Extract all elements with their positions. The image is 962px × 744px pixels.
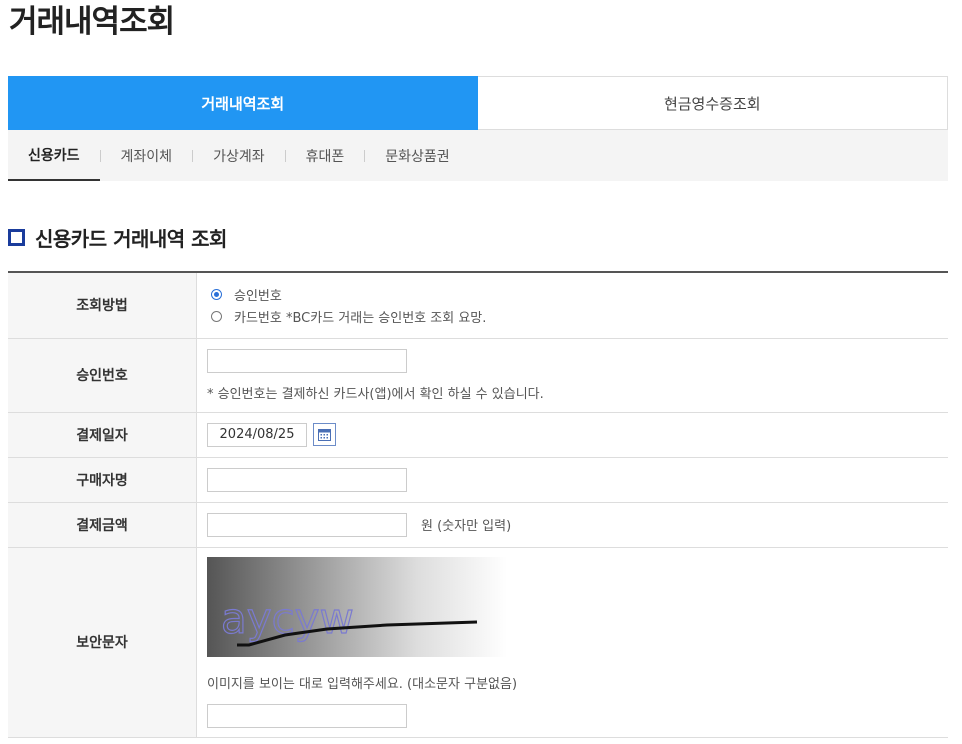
subtab-account-transfer[interactable]: 계좌이체 bbox=[101, 130, 193, 181]
radio-label: 승인번호 bbox=[234, 288, 282, 304]
radio-button-selected[interactable] bbox=[211, 288, 222, 300]
subtab-virtual-account[interactable]: 가상계좌 bbox=[193, 130, 285, 181]
buyer-label: 구매자명 bbox=[8, 457, 197, 503]
subtab-credit-card[interactable]: 신용카드 bbox=[8, 130, 100, 181]
form-row-captcha: 보안문자 aycyw 이미지를 보이는 대로 입력해주세요. (대소문자 구분없… bbox=[8, 547, 948, 738]
subtab-culture-voucher[interactable]: 문화상품권 bbox=[365, 130, 469, 181]
form-row-date: 결제일자 2024/08/25 bbox=[8, 412, 948, 458]
tab-transaction-lookup[interactable]: 거래내역조회 bbox=[8, 76, 478, 130]
approval-number-input[interactable] bbox=[207, 348, 407, 373]
pay-date-input[interactable]: 2024/08/25 bbox=[207, 422, 307, 447]
page-title: 거래내역조회 bbox=[9, 4, 175, 40]
square-bullet-icon bbox=[8, 228, 25, 246]
amount-label: 결제금액 bbox=[8, 502, 197, 548]
radio-card-number[interactable]: 카드번호 *BC카드 거래는 승인번호 조회 요망. bbox=[207, 305, 948, 327]
approval-cell: * 승인번호는 결제하신 카드사(앱)에서 확인 하실 수 있습니다. bbox=[196, 338, 948, 413]
method-cell: 승인번호 카드번호 *BC카드 거래는 승인번호 조회 요망. bbox=[196, 272, 948, 339]
form-row-approval: 승인번호 * 승인번호는 결제하신 카드사(앱)에서 확인 하실 수 있습니다. bbox=[8, 338, 948, 413]
radio-label: 카드번호 *BC카드 거래는 승인번호 조회 요망. bbox=[234, 310, 487, 326]
amount-suffix: 원 (숫자만 입력) bbox=[421, 519, 512, 534]
amount-input[interactable] bbox=[207, 512, 407, 537]
radio-approval-number[interactable]: 승인번호 bbox=[207, 283, 948, 305]
section-title-text: 신용카드 거래내역 조회 bbox=[35, 226, 227, 251]
form-row-amount: 결제금액 원 (숫자만 입력) bbox=[8, 502, 948, 548]
captcha-cell: aycyw 이미지를 보이는 대로 입력해주세요. (대소문자 구분없음) bbox=[196, 547, 948, 738]
approval-note: * 승인번호는 결제하신 카드사(앱)에서 확인 하실 수 있습니다. bbox=[207, 386, 544, 402]
sub-tabs: 신용카드 계좌이체 가상계좌 휴대폰 문화상품권 bbox=[8, 130, 948, 181]
tab-cash-receipt-lookup[interactable]: 현금영수증조회 bbox=[477, 76, 948, 130]
form-row-method: 조회방법 승인번호 카드번호 *BC카드 거래는 승인번호 조회 요망. bbox=[8, 272, 948, 339]
form-row-buyer: 구매자명 bbox=[8, 457, 948, 503]
main-tabs: 거래내역조회 현금영수증조회 bbox=[8, 76, 948, 130]
captcha-note: 이미지를 보이는 대로 입력해주세요. (대소문자 구분없음) bbox=[207, 676, 518, 692]
method-label: 조회방법 bbox=[8, 272, 197, 339]
lookup-form: 조회방법 승인번호 카드번호 *BC카드 거래는 승인번호 조회 요망. 승인번… bbox=[8, 271, 948, 738]
pay-date-label: 결제일자 bbox=[8, 412, 197, 458]
captcha-image: aycyw bbox=[207, 556, 507, 657]
radio-button[interactable] bbox=[211, 310, 222, 322]
captcha-input[interactable] bbox=[207, 703, 407, 728]
buyer-name-input[interactable] bbox=[207, 467, 407, 492]
calendar-icon[interactable] bbox=[313, 423, 336, 446]
section-title: 신용카드 거래내역 조회 bbox=[8, 222, 227, 252]
amount-cell: 원 (숫자만 입력) bbox=[196, 502, 948, 548]
subtab-mobile-phone[interactable]: 휴대폰 bbox=[286, 130, 365, 181]
pay-date-cell: 2024/08/25 bbox=[196, 412, 948, 458]
approval-label: 승인번호 bbox=[8, 338, 197, 413]
captcha-label: 보안문자 bbox=[8, 547, 197, 738]
buyer-cell bbox=[196, 457, 948, 503]
